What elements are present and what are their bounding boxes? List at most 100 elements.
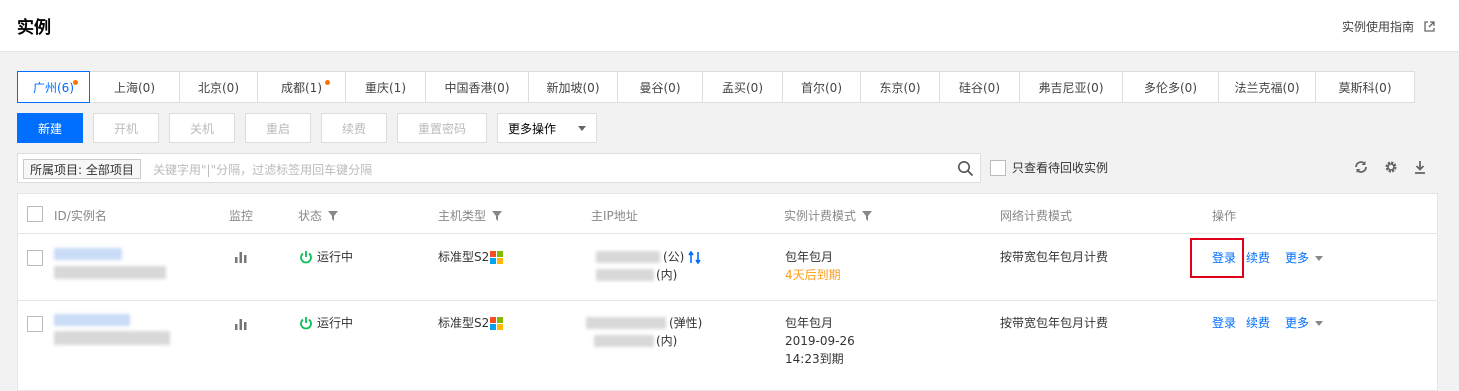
region-tab-virginia[interactable]: 弗吉尼亚(0) [1019,71,1123,103]
region-tab-mumbai[interactable]: 孟买(0) [702,71,783,103]
download-icon[interactable] [1412,159,1428,175]
region-tabs: 广州(6) 上海(0) 北京(0) 成都(1) 重庆(1) 中国香港(0) 新加… [17,71,1415,103]
region-label: 北京(0) [198,80,239,95]
public-ip-redacted [596,251,660,263]
col-header-net-billing: 网络计费模式 [1000,207,1072,224]
col-header-label: 主机类型 [438,209,487,223]
new-button[interactable]: 新建 [17,113,83,143]
start-button[interactable]: 开机 [93,113,159,143]
region-label: 中国香港(0) [444,80,510,95]
region-tab-chengdu[interactable]: 成都(1) [257,71,346,103]
instance-id-redacted[interactable] [54,314,130,326]
region-tab-guangzhou[interactable]: 广州(6) [17,71,90,103]
action-bar: 新建 开机 关机 重启 续费 重置密码 更多操作 [17,113,597,143]
more-operations-label: 更多操作 [508,121,557,136]
region-tab-silicon-valley[interactable]: 硅谷(0) [939,71,1020,103]
private-ip-type: (内) [656,334,678,348]
region-tab-bangkok[interactable]: 曼谷(0) [617,71,703,103]
bar-chart-icon[interactable] [234,318,248,330]
region-tab-seoul[interactable]: 首尔(0) [782,71,861,103]
swap-ip-icon[interactable] [688,251,701,264]
col-header-billing[interactable]: 实例计费模式 [784,207,873,224]
region-label: 曼谷(0) [639,80,681,95]
region-label: 成都(1) [281,80,322,95]
page-header: 实例 实例使用指南 [0,0,1459,52]
refresh-icon[interactable] [1353,159,1369,175]
region-tab-tokyo[interactable]: 东京(0) [860,71,940,103]
col-header-ops: 操作 [1212,207,1236,224]
status-label: 运行中 [317,250,354,264]
instance-id-redacted[interactable] [54,248,122,260]
region-label: 首尔(0) [801,80,842,95]
region-label: 新加坡(0) [546,80,600,95]
login-button[interactable]: 登录 [1212,250,1236,266]
more-operations-dropdown[interactable]: 更多操作 [497,113,597,143]
network-billing-mode: 按带宽包年包月计费 [1000,250,1109,264]
recycle-checkbox-label: 只查看待回收实例 [1012,161,1109,175]
guide-link[interactable]: 实例使用指南 [1342,18,1435,35]
billing-mode: 包年包月 [785,250,834,264]
guide-link-label: 实例使用指南 [1341,20,1414,34]
region-label: 硅谷(0) [959,80,1000,95]
region-tab-singapore[interactable]: 新加坡(0) [528,71,618,103]
power-icon [300,317,312,330]
search-bar[interactable]: 所属项目: 全部项目 关键字用"|"分隔，过滤标签用回车键分隔 [17,153,981,183]
billing-expiry-warning: 4天后到期 [785,268,841,282]
renew-button[interactable]: 续费 [321,113,387,143]
region-label: 孟买(0) [722,80,763,95]
gear-icon[interactable] [1383,159,1399,175]
windows-icon [490,251,504,264]
col-header-label: 网络计费模式 [1000,209,1073,223]
more-dropdown[interactable]: 更多 [1285,250,1324,266]
host-type-label: 标准型S2 [438,250,490,264]
restart-button[interactable]: 重启 [245,113,311,143]
instance-table: ID/实例名 监控 状态 主机类型 主IP地址 实例计费模式 网络计费模式 操作… [17,193,1438,391]
status-label: 运行中 [317,316,354,330]
more-dropdown[interactable]: 更多 [1285,315,1324,331]
search-icon[interactable] [957,160,974,177]
power-icon [300,251,312,264]
reset-password-button[interactable]: 重置密码 [397,113,487,143]
bar-chart-icon[interactable] [234,251,248,263]
renew-link[interactable]: 续费 [1246,315,1270,331]
search-input-placeholder[interactable]: 关键字用"|"分隔，过滤标签用回车键分隔 [153,161,372,178]
filter-icon[interactable] [862,210,873,221]
page-title: 实例 [17,18,51,38]
region-label: 多伦多(0) [1144,80,1197,95]
login-button[interactable]: 登录 [1212,315,1236,331]
recycle-checkbox[interactable] [990,159,1006,176]
external-link-icon [1424,21,1435,32]
region-tab-beijing[interactable]: 北京(0) [179,71,258,103]
filter-icon[interactable] [492,210,503,221]
shutdown-button[interactable]: 关机 [169,113,235,143]
instance-name-redacted [54,331,170,345]
filter-icon[interactable] [328,210,339,221]
renew-link[interactable]: 续费 [1246,250,1270,266]
region-label: 法兰克福(0) [1234,80,1300,95]
billing-date: 2019-09-26 [785,334,855,348]
billing-mode: 包年包月 [785,316,834,330]
project-filter-tag[interactable]: 所属项目: 全部项目 [23,159,141,179]
row-checkbox[interactable] [27,316,43,332]
public-ip-type: (公) [663,250,685,264]
row-checkbox[interactable] [27,250,43,266]
region-tab-frankfurt[interactable]: 法兰克福(0) [1218,71,1316,103]
select-all-checkbox[interactable] [27,206,43,222]
main-content: 广州(6) 上海(0) 北京(0) 成都(1) 重庆(1) 中国香港(0) 新加… [0,52,1459,391]
region-tab-chongqing[interactable]: 重庆(1) [345,71,426,103]
region-dot [73,80,78,85]
recycle-filter[interactable]: 只查看待回收实例 [990,159,1108,176]
billing-expire-time: 14:23到期 [785,352,844,366]
region-tab-toronto[interactable]: 多伦多(0) [1122,71,1219,103]
col-header-label: 监控 [229,209,254,223]
table-header: ID/实例名 监控 状态 主机类型 主IP地址 实例计费模式 网络计费模式 操作 [18,194,1437,234]
col-header-status[interactable]: 状态 [298,207,339,224]
region-label: 东京(0) [879,80,921,95]
col-header-host-type[interactable]: 主机类型 [438,207,503,224]
host-type-label: 标准型S2 [438,316,490,330]
region-tab-shanghai[interactable]: 上海(0) [89,71,180,103]
col-header-label: ID/实例名 [54,209,107,223]
region-tab-moscow[interactable]: 莫斯科(0) [1315,71,1415,103]
private-ip-redacted [596,269,654,281]
region-tab-hongkong[interactable]: 中国香港(0) [425,71,529,103]
